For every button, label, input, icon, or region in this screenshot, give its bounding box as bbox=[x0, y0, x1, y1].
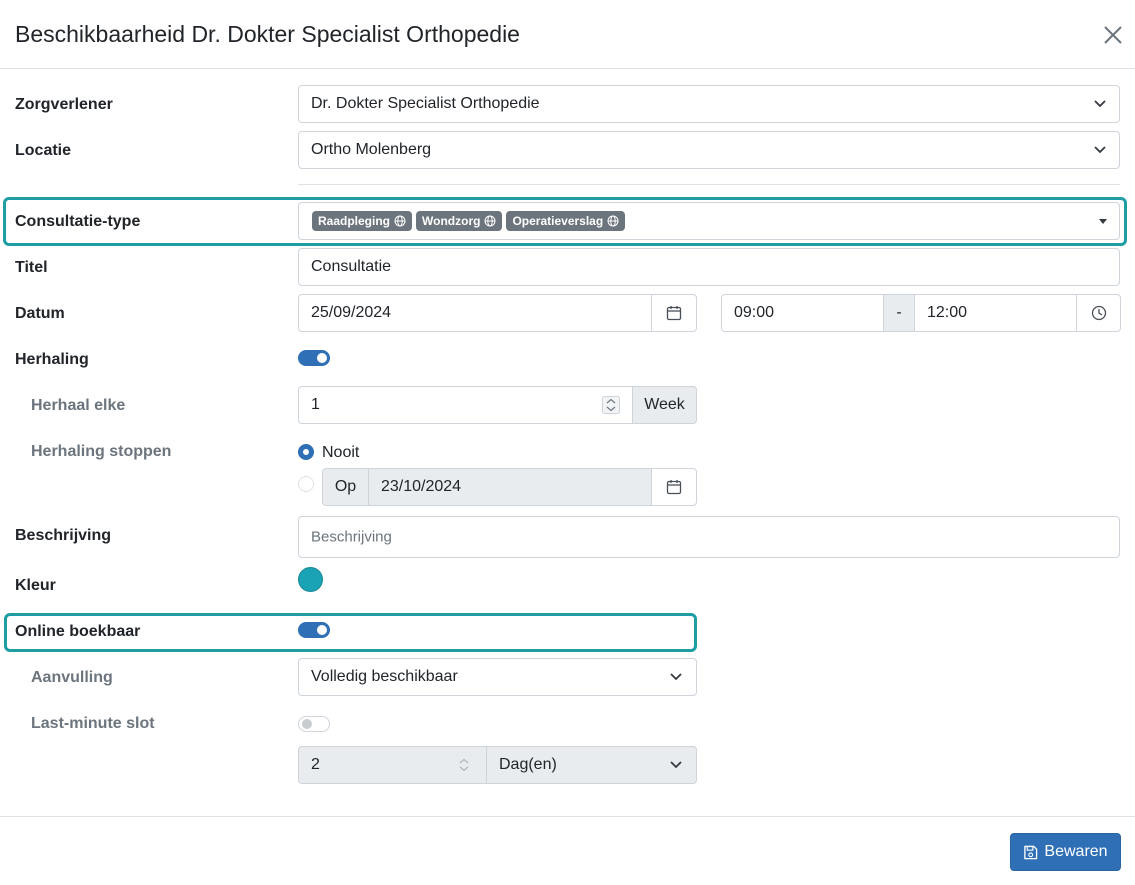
calendar-icon bbox=[666, 480, 682, 495]
aanvulling-label: Aanvulling bbox=[31, 669, 113, 686]
last-minute-unit-select[interactable]: Dag(en) bbox=[486, 746, 697, 784]
last-minute-slot-toggle[interactable] bbox=[298, 716, 330, 732]
last-minute-unit-value: Dag(en) bbox=[499, 756, 557, 773]
tag-raadpleging[interactable]: Raadpleging bbox=[312, 211, 413, 231]
kleur-label: Kleur bbox=[15, 577, 56, 594]
herhaling-stoppen-label: Herhaling stoppen bbox=[31, 443, 172, 460]
save-button-label: Bewaren bbox=[1044, 843, 1108, 860]
globe-icon bbox=[607, 215, 619, 227]
herhaal-elke-unit: Week bbox=[632, 386, 697, 424]
titel-input[interactable]: Consultatie bbox=[298, 248, 1120, 286]
tag-label: Wondzorg bbox=[422, 214, 481, 228]
availability-modal: Beschikbaarheid Dr. Dokter Specialist Or… bbox=[0, 0, 1135, 885]
last-minute-amount-input[interactable]: 2 bbox=[298, 746, 487, 784]
online-boekbaar-label: Online boekbaar bbox=[15, 623, 141, 640]
herhaal-elke-input[interactable]: 1 bbox=[298, 386, 633, 424]
zorgverlener-label: Zorgverlener bbox=[15, 96, 113, 113]
stop-calendar-button[interactable] bbox=[651, 468, 697, 506]
save-button[interactable]: Bewaren bbox=[1010, 833, 1121, 871]
stop-date-value: 23/10/2024 bbox=[381, 478, 462, 495]
aanvulling-value: Volledig beschikbaar bbox=[311, 668, 458, 685]
date-input[interactable]: 25/09/2024 bbox=[298, 294, 652, 332]
titel-value: Consultatie bbox=[311, 258, 392, 275]
herhaal-elke-value: 1 bbox=[311, 396, 320, 413]
beschrijving-placeholder: Beschrijving bbox=[311, 528, 392, 546]
locatie-select[interactable]: Ortho Molenberg bbox=[298, 131, 1120, 169]
start-time-input[interactable]: 09:00 bbox=[721, 294, 884, 332]
consultatie-type-multiselect[interactable]: Raadpleging Wondzorg Operatieverslag bbox=[298, 202, 1120, 240]
op-prefix: Op bbox=[322, 468, 369, 506]
radio-nooit[interactable] bbox=[298, 444, 314, 460]
spinner-icon[interactable] bbox=[457, 756, 471, 774]
locatie-label: Locatie bbox=[15, 142, 72, 159]
tag-label: Operatieverslag bbox=[512, 214, 604, 228]
globe-icon bbox=[394, 215, 406, 227]
consultatie-type-tags: Raadpleging Wondzorg Operatieverslag bbox=[312, 211, 629, 231]
herhaling-label: Herhaling bbox=[15, 351, 89, 368]
chevron-down-icon bbox=[1094, 100, 1106, 108]
end-time-input[interactable]: 12:00 bbox=[914, 294, 1077, 332]
locatie-value: Ortho Molenberg bbox=[311, 141, 432, 158]
chevron-down-icon bbox=[670, 673, 682, 681]
modal-header: Beschikbaarheid Dr. Dokter Specialist Or… bbox=[0, 0, 1135, 69]
radio-op[interactable] bbox=[298, 476, 314, 492]
date-value: 25/09/2024 bbox=[311, 304, 392, 321]
color-picker-swatch[interactable] bbox=[298, 567, 323, 592]
clock-button[interactable] bbox=[1076, 294, 1121, 332]
calendar-button[interactable] bbox=[651, 294, 697, 332]
tag-operatieverslag[interactable]: Operatieverslag bbox=[506, 211, 626, 231]
footer-divider bbox=[0, 816, 1135, 817]
op-prefix-text: Op bbox=[334, 478, 357, 495]
floppy-disk-icon bbox=[1024, 845, 1038, 859]
herhaal-elke-unit-text: Week bbox=[644, 396, 685, 413]
beschrijving-label: Beschrijving bbox=[15, 527, 112, 544]
modal-title: Beschikbaarheid Dr. Dokter Specialist Or… bbox=[15, 21, 520, 47]
tag-label: Raadpleging bbox=[318, 214, 391, 228]
chevron-down-icon bbox=[670, 761, 682, 769]
titel-label: Titel bbox=[15, 259, 48, 276]
stop-date-input[interactable]: 23/10/2024 bbox=[368, 468, 652, 506]
last-minute-amount-value: 2 bbox=[311, 756, 320, 773]
close-icon[interactable] bbox=[1100, 22, 1126, 48]
zorgverlener-value: Dr. Dokter Specialist Orthopedie bbox=[311, 95, 540, 112]
clock-icon bbox=[1091, 305, 1106, 321]
end-time-value: 12:00 bbox=[927, 304, 968, 321]
radio-nooit-label: Nooit bbox=[322, 444, 360, 461]
time-separator-text: - bbox=[896, 304, 902, 321]
beschrijving-input[interactable]: Beschrijving bbox=[298, 516, 1120, 558]
herhaling-toggle[interactable] bbox=[298, 350, 330, 366]
spinner-icon[interactable] bbox=[602, 396, 620, 414]
section-divider bbox=[298, 184, 1120, 185]
chevron-down-icon bbox=[1094, 146, 1106, 154]
caret-down-icon bbox=[1099, 219, 1107, 224]
globe-icon bbox=[484, 215, 496, 227]
consultatie-type-label: Consultatie-type bbox=[15, 213, 141, 230]
online-boekbaar-toggle[interactable] bbox=[298, 622, 330, 638]
calendar-icon bbox=[666, 306, 682, 321]
zorgverlener-select[interactable]: Dr. Dokter Specialist Orthopedie bbox=[298, 85, 1120, 123]
tag-wondzorg[interactable]: Wondzorg bbox=[416, 211, 503, 231]
herhaal-elke-label: Herhaal elke bbox=[31, 397, 126, 414]
start-time-value: 09:00 bbox=[734, 304, 775, 321]
aanvulling-select[interactable]: Volledig beschikbaar bbox=[298, 658, 697, 696]
time-separator: - bbox=[883, 294, 915, 332]
last-minute-slot-label: Last-minute slot bbox=[31, 715, 155, 732]
datum-label: Datum bbox=[15, 305, 65, 322]
